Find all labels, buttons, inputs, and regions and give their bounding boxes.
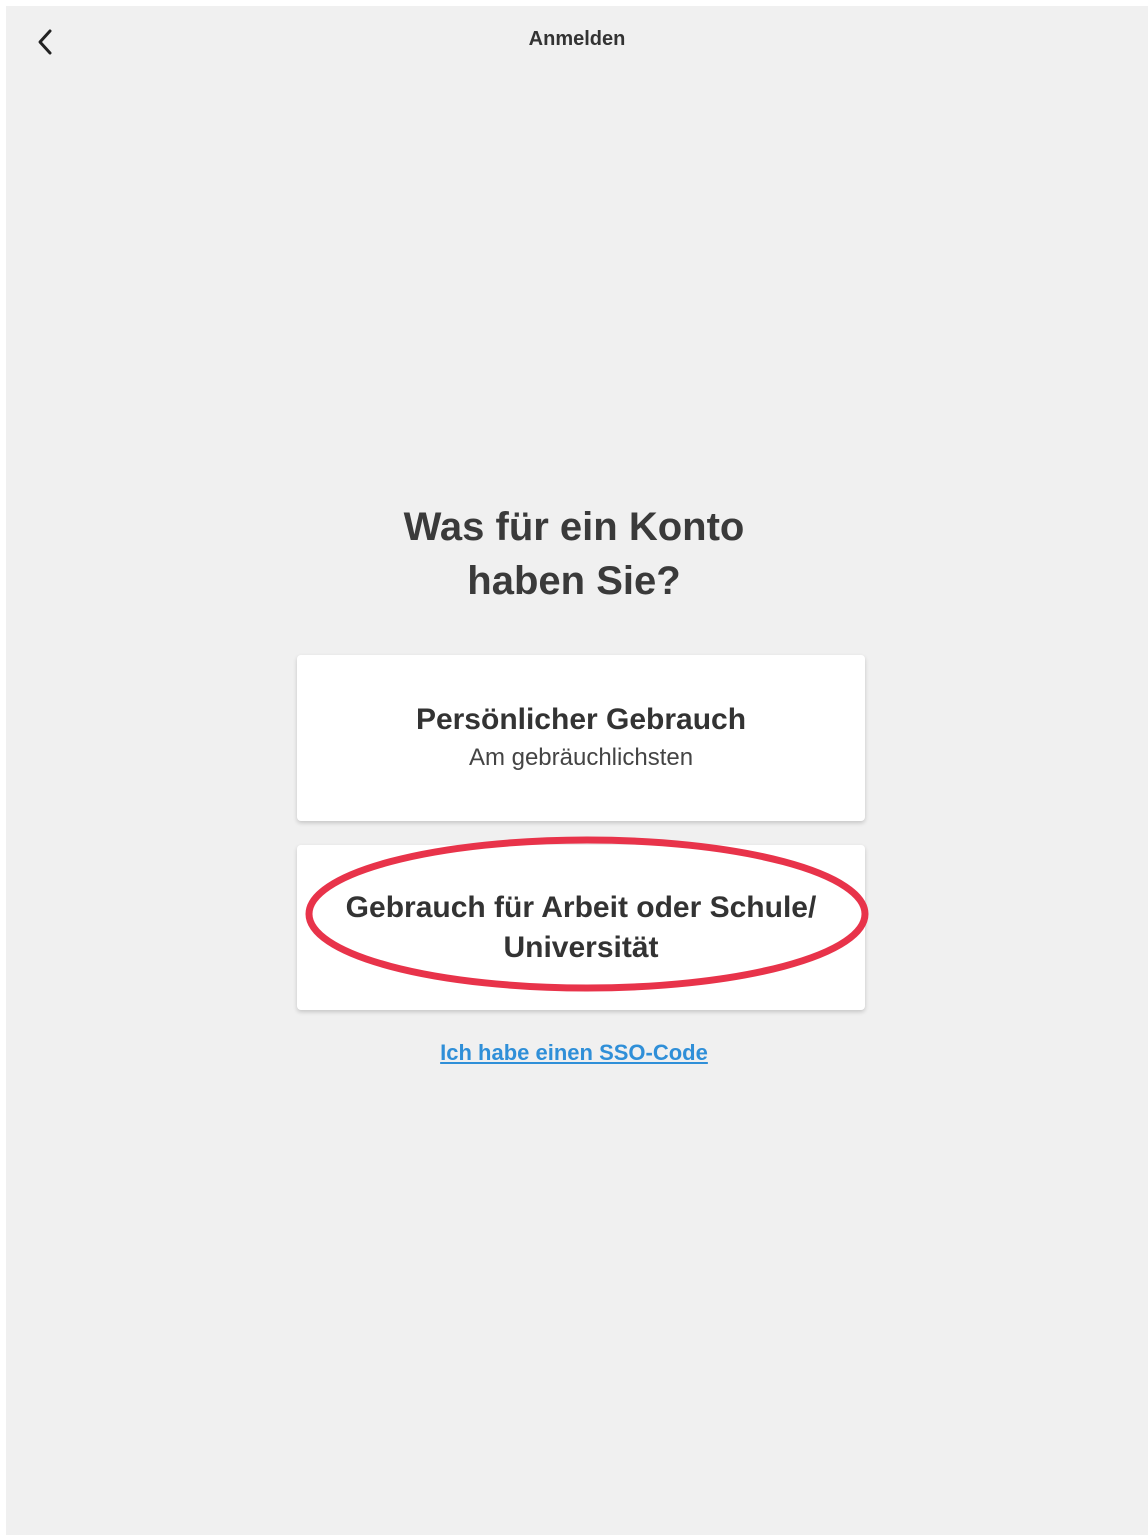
nav-bar: Anmelden xyxy=(6,6,1148,78)
personal-use-subtitle: Am gebräuchlichsten xyxy=(468,744,694,771)
nav-title: Anmelden xyxy=(528,28,626,50)
sso-code-link[interactable]: Ich habe einen SSO-Code xyxy=(440,1040,708,1065)
personal-use-option[interactable]: Persönlicher Gebrauch Am gebräuchlichste… xyxy=(297,655,865,821)
heading-line-2: haben Sie? xyxy=(467,559,681,603)
work-school-option[interactable]: Gebrauch für Arbeit oder Schule/ Univers… xyxy=(297,845,865,1010)
sso-code-link-container: Ich habe einen SSO-Code xyxy=(0,1040,1148,1066)
personal-use-title: Persönlicher Gebrauch xyxy=(415,703,747,736)
page-heading: Was für ein Konto haben Sie? xyxy=(0,500,1148,608)
heading-line-1: Was für ein Konto xyxy=(403,505,745,549)
work-school-title: Gebrauch für Arbeit oder Schule/ Univers… xyxy=(345,890,817,964)
